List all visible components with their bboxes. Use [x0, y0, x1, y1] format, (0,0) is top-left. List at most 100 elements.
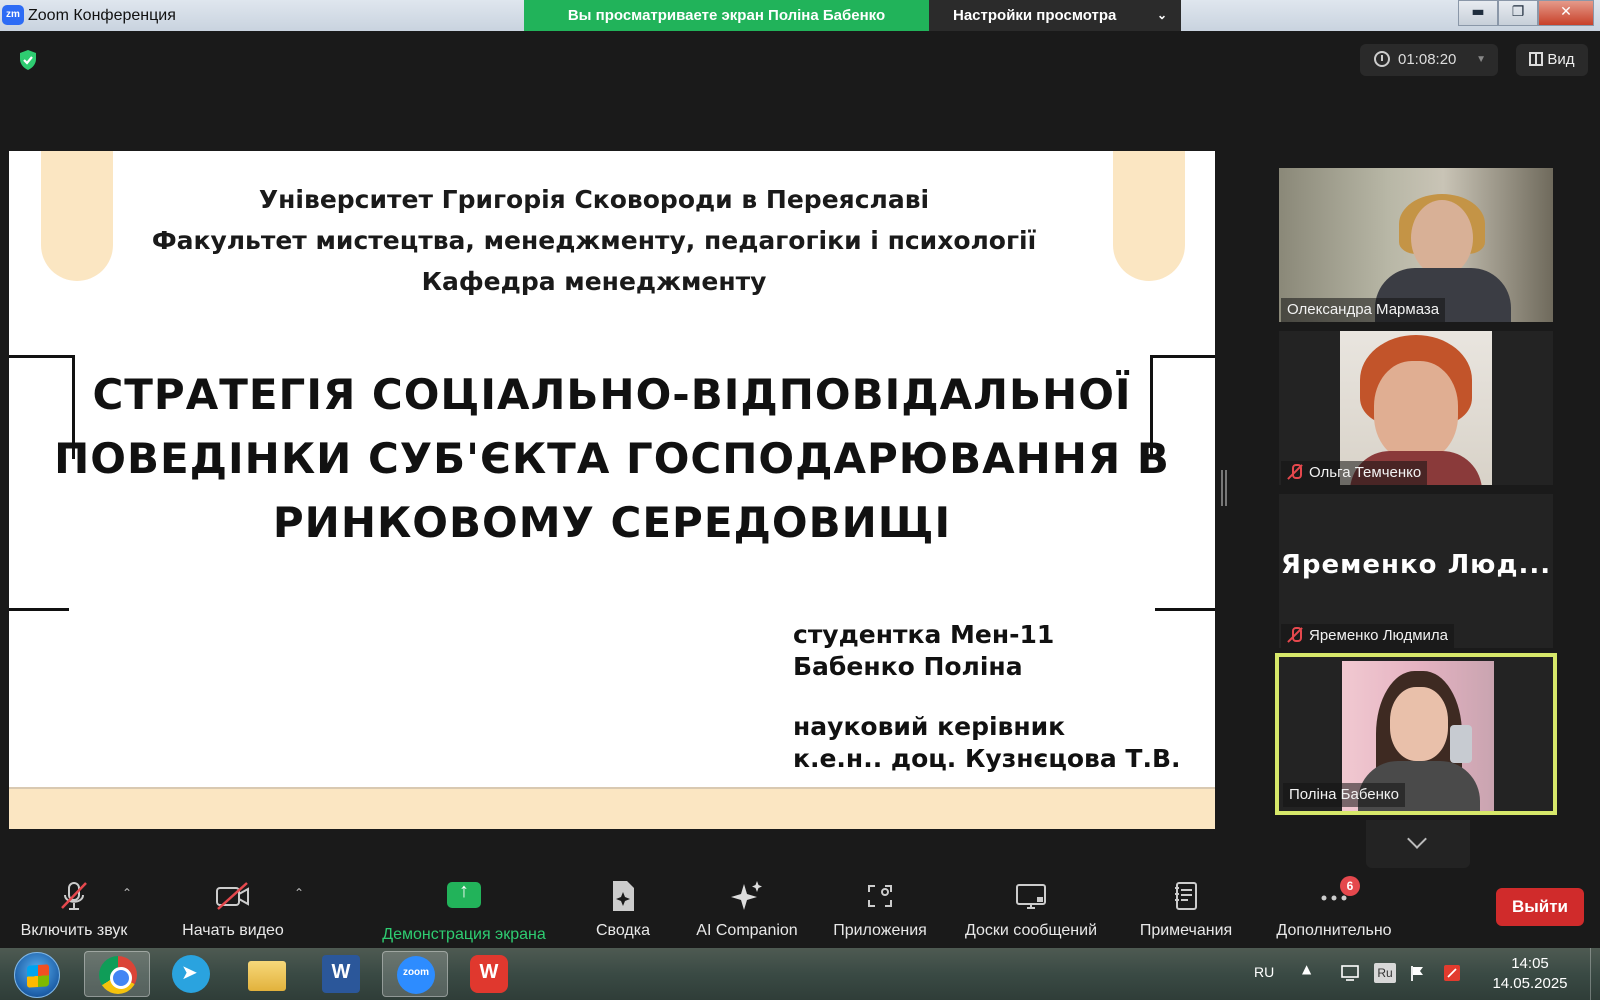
- panel-resize-handle[interactable]: [1221, 470, 1227, 506]
- slide-footer-band: [9, 787, 1215, 829]
- apps-icon: [868, 885, 892, 907]
- shield-check-icon[interactable]: [16, 48, 40, 72]
- muted-mic-icon: [1287, 464, 1303, 480]
- start-video-button[interactable]: Начать видео: [172, 878, 294, 944]
- unmute-button[interactable]: Включить звук: [12, 878, 136, 944]
- summary-doc-icon: [613, 881, 634, 911]
- window-title: Zoom Конференция: [28, 7, 176, 24]
- ai-companion-button[interactable]: AI Companion: [690, 878, 804, 944]
- department-name: Кафедра менеджменту: [421, 267, 767, 296]
- chevron-up-icon[interactable]: ⌃: [122, 886, 132, 900]
- show-desktop-button[interactable]: [1590, 948, 1600, 1000]
- participant-tile[interactable]: Олександра Мармаза: [1279, 168, 1553, 322]
- window-controls: ▬ ❐ ✕: [1458, 0, 1594, 28]
- slide-title-line: РИНКОВОМУ СЕРЕДОВИЩІ: [272, 498, 952, 547]
- network-icon[interactable]: [1340, 964, 1360, 982]
- mic-muted-icon: [61, 882, 87, 910]
- taskbar-chrome[interactable]: [84, 951, 150, 997]
- more-label: Дополнительно: [1276, 922, 1392, 939]
- scroll-participants-button[interactable]: [1366, 820, 1470, 868]
- taskbar-zoom[interactable]: [382, 951, 448, 997]
- layout-icon: [1529, 52, 1544, 66]
- tray-expand-icon[interactable]: ▲: [1302, 962, 1311, 976]
- zoom-icon: [397, 956, 435, 994]
- summary-label: Сводка: [595, 922, 650, 939]
- leave-meeting-button[interactable]: Выйти: [1496, 888, 1584, 926]
- notes-label: Примечания: [1139, 922, 1233, 939]
- slide-title-line: СТРАТЕГІЯ СОЦІАЛЬНО-ВІДПОВІДАЛЬНОЇ: [92, 370, 1132, 419]
- summary-button[interactable]: Сводка: [584, 878, 662, 944]
- more-button[interactable]: 6 Дополнительно: [1266, 876, 1402, 944]
- wps-office-icon: [470, 955, 508, 993]
- slide-title-line: ПОВЕДІНКИ СУБ'ЄКТА ГОСПОДАРЮВАННЯ В: [54, 434, 1170, 483]
- chevron-up-icon[interactable]: ⌃: [294, 886, 304, 900]
- taskbar-telegram[interactable]: [158, 951, 224, 997]
- notification-badge: 6: [1340, 876, 1360, 896]
- institution-block: Університет Григорія Сковороди в Переясл…: [9, 179, 1179, 302]
- notes-button[interactable]: Примечания: [1134, 878, 1238, 944]
- unmute-label: Включить звук: [20, 922, 128, 939]
- whiteboards-button[interactable]: Доски сообщений: [956, 878, 1106, 944]
- action-center-flag-icon[interactable]: [1408, 964, 1428, 982]
- taskbar-word[interactable]: [308, 951, 374, 997]
- zoom-app-icon: zm: [2, 5, 24, 25]
- clock-time: 14:05: [1511, 955, 1549, 972]
- participant-tile[interactable]: Яременко Люд... Яременко Людмила: [1279, 494, 1553, 648]
- input-method-indicator[interactable]: Ru: [1374, 963, 1396, 983]
- faculty-name: Факультет мистецтва, менеджменту, педаго…: [151, 226, 1037, 255]
- participant-name: Поліна Бабенко: [1283, 783, 1405, 807]
- participant-video: [1411, 200, 1473, 276]
- language-indicator[interactable]: RU: [1254, 964, 1274, 980]
- meeting-toolbar: Включить звук ⌃ Начать видео ⌃ Демонстра…: [0, 872, 1600, 948]
- chevron-down-icon: ▼: [1476, 54, 1486, 65]
- view-options-label: Настройки просмотра: [953, 7, 1117, 24]
- chrome-icon: [99, 956, 137, 994]
- student-name: Бабенко Поліна: [793, 652, 1023, 681]
- window-titlebar: zm Zoom Конференция Вы просматриваете эк…: [0, 0, 1600, 31]
- participant-display-name: Яременко Люд...: [1280, 550, 1552, 580]
- participant-name: Ольга Темченко: [1281, 461, 1428, 485]
- student-group: студентка Мен-11: [793, 620, 1055, 649]
- video-off-icon: [216, 882, 249, 910]
- whiteboards-label: Доски сообщений: [964, 922, 1098, 939]
- start-video-label: Начать видео: [182, 922, 284, 939]
- minimize-button[interactable]: ▬: [1458, 0, 1498, 26]
- shared-screen-slide: Університет Григорія Сковороди в Переясл…: [9, 151, 1215, 829]
- view-layout-button[interactable]: Вид: [1516, 44, 1588, 76]
- participant-tile-active-speaker[interactable]: Поліна Бабенко: [1275, 653, 1557, 815]
- slide-title: СТРАТЕГІЯ СОЦІАЛЬНО-ВІДПОВІДАЛЬНОЇ ПОВЕД…: [9, 363, 1215, 555]
- start-button[interactable]: [14, 952, 60, 998]
- timer-value: 01:08:20: [1398, 51, 1457, 68]
- sparkle-icon: [731, 881, 762, 910]
- meeting-timer[interactable]: 01:08:20 ▼: [1360, 44, 1498, 76]
- share-screen-button[interactable]: Демонстрация экрана: [372, 878, 556, 944]
- participant-name: Яременко Людмила: [1281, 624, 1454, 648]
- participant-tile[interactable]: Ольга Темченко: [1279, 331, 1553, 485]
- system-clock[interactable]: 14:05 14.05.2025: [1484, 954, 1576, 994]
- maximize-button[interactable]: ❐: [1498, 0, 1538, 26]
- clock-date: 14.05.2025: [1492, 975, 1568, 992]
- muted-mic-icon: [1287, 627, 1303, 643]
- word-icon: [322, 955, 360, 993]
- windows-taskbar: RU ▲ Ru 14:05 14.05.2025: [0, 948, 1600, 1000]
- share-screen-icon: [447, 880, 481, 908]
- supervisor-label: науковий керівник: [793, 712, 1066, 741]
- author-block: студентка Мен-11 Бабенко Поліна науковий…: [793, 619, 1181, 775]
- taskbar-wps-office[interactable]: [456, 951, 522, 997]
- chevron-down-icon: ⌄: [1156, 8, 1167, 22]
- pdf-reader-tray-icon[interactable]: [1442, 964, 1462, 982]
- close-window-button[interactable]: ✕: [1538, 0, 1594, 26]
- supervisor-name: к.е.н.. доц. Кузнєцова Т.В.: [793, 744, 1181, 773]
- slide-line-right: [1155, 608, 1215, 611]
- taskbar-file-explorer[interactable]: [234, 951, 300, 997]
- viewing-share-banner: Вы просматриваете экран Поліна Бабенко: [524, 0, 929, 31]
- ai-companion-label: AI Companion: [696, 922, 798, 939]
- view-options-dropdown[interactable]: Настройки просмотра ⌄: [929, 0, 1181, 31]
- slide-line-left: [9, 608, 69, 611]
- apps-button[interactable]: Приложения: [826, 878, 934, 944]
- university-name: Університет Григорія Сковороди в Переясл…: [258, 185, 930, 214]
- clock-icon: [1374, 51, 1390, 67]
- view-label: Вид: [1547, 51, 1575, 68]
- windows-logo-icon: [27, 964, 49, 988]
- notes-icon: [1175, 882, 1197, 910]
